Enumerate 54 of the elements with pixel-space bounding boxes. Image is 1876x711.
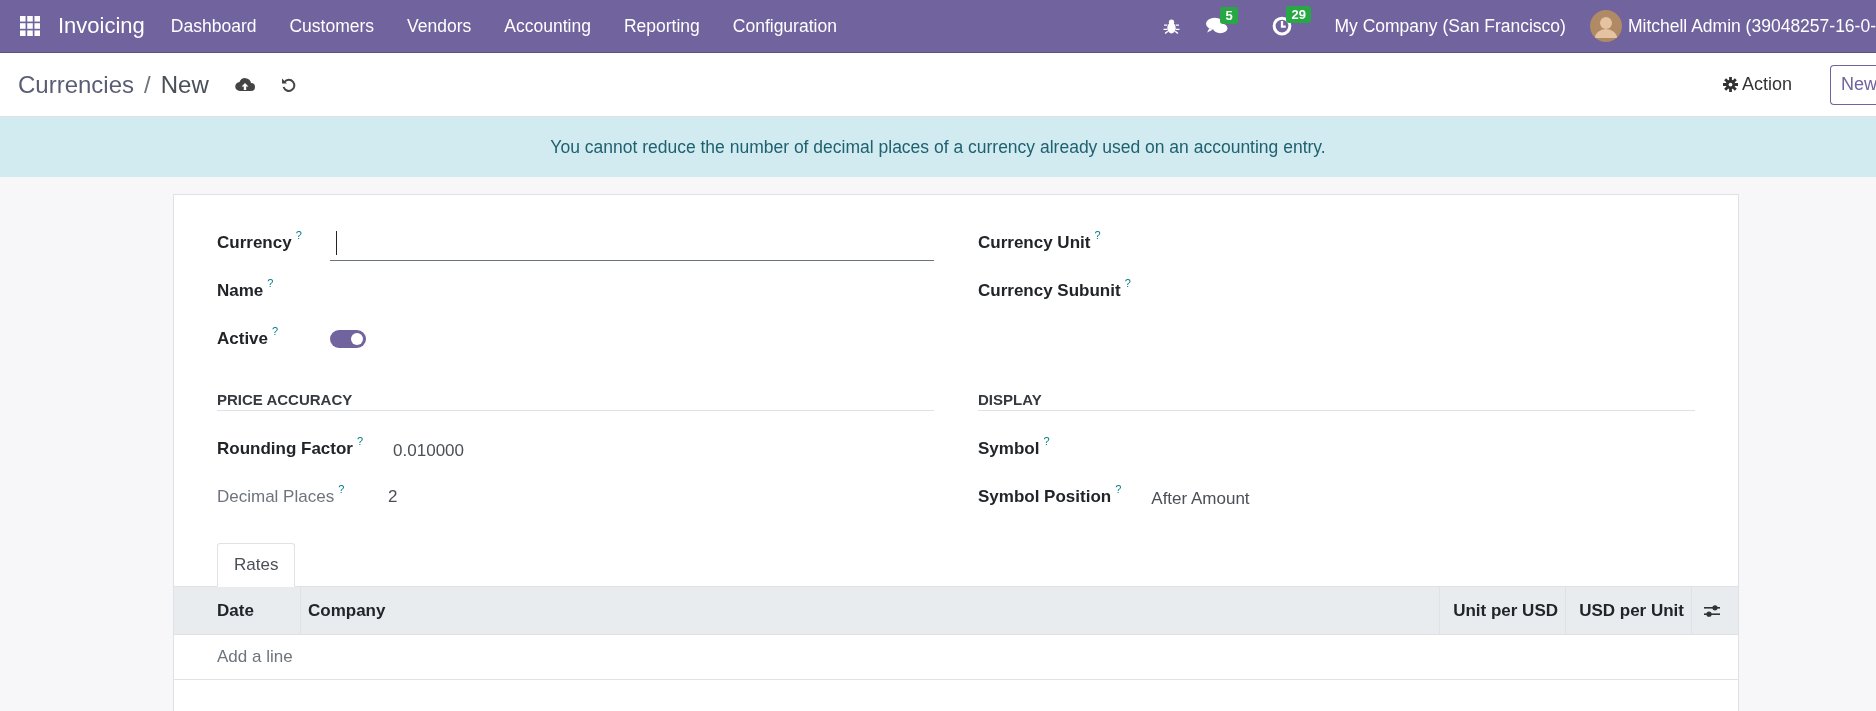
- field-label: Rounding Factor: [217, 439, 353, 459]
- field-label: Decimal Places: [217, 487, 335, 507]
- app-name-link[interactable]: Invoicing: [58, 13, 145, 39]
- toggle-switch[interactable]: [329, 330, 366, 348]
- help-tooltip[interactable]: ?: [272, 325, 279, 337]
- help-tooltip[interactable]: ?: [267, 277, 274, 289]
- field-value: After Amount: [1151, 489, 1250, 509]
- menu-item[interactable]: Vendors: [407, 15, 472, 37]
- field-label: Name: [217, 281, 264, 301]
- field-label: Currency: [217, 233, 292, 253]
- help-tooltip[interactable]: ?: [338, 483, 345, 495]
- menu-item[interactable]: Customers: [289, 15, 375, 37]
- breadcrumb-link[interactable]: Currencies: [18, 70, 135, 99]
- help-tooltip[interactable]: ?: [295, 229, 302, 241]
- field-value: 2: [388, 487, 398, 507]
- field-label: Active: [217, 329, 269, 349]
- activity-count-badge: 29: [1286, 6, 1311, 23]
- help-tooltip[interactable]: ?: [357, 435, 364, 447]
- undo-icon[interactable]: [280, 76, 297, 93]
- column-settings-icon[interactable]: [1704, 604, 1720, 617]
- field-label: Currency Subunit: [978, 281, 1121, 301]
- user-menu[interactable]: Mitchell Admin (39048257-16-0-: [1627, 15, 1876, 37]
- menu-item[interactable]: Configuration: [732, 15, 837, 37]
- add-a-line-link[interactable]: Add a line: [217, 647, 293, 667]
- section-heading: PRICE ACCURACY: [217, 391, 934, 411]
- avatar-icon[interactable]: [1589, 10, 1622, 42]
- clock-icon[interactable]: [1272, 16, 1293, 36]
- apps-grid-icon[interactable]: [20, 16, 40, 36]
- menu-item[interactable]: Dashboard: [170, 15, 257, 37]
- message-count-badge: 5: [1220, 7, 1238, 24]
- field-label: Symbol Position: [978, 487, 1112, 507]
- help-tooltip[interactable]: ?: [1115, 483, 1122, 495]
- field-label: Symbol: [978, 439, 1040, 459]
- column-header[interactable]: Date: [174, 587, 301, 634]
- help-tooltip[interactable]: ?: [1124, 277, 1131, 289]
- menu-item[interactable]: Reporting: [623, 15, 700, 37]
- section-heading: DISPLAY: [978, 391, 1695, 411]
- help-tooltip[interactable]: ?: [1043, 435, 1050, 447]
- gear-icon: [1722, 77, 1738, 92]
- breadcrumb-current: New: [160, 70, 209, 99]
- action-button[interactable]: Action: [1716, 73, 1798, 96]
- help-tooltip[interactable]: ?: [1094, 229, 1101, 241]
- column-header[interactable]: Unit per USD: [1440, 587, 1566, 634]
- field-value: 0.010000: [393, 441, 464, 461]
- column-header[interactable]: Company: [301, 587, 1440, 634]
- company-switcher[interactable]: My Company (San Francisco): [1334, 15, 1566, 37]
- breadcrumb-separator: /: [144, 70, 151, 99]
- field-label: Currency Unit: [978, 233, 1091, 253]
- bug-icon[interactable]: [1163, 17, 1181, 35]
- column-header[interactable]: USD per Unit: [1566, 587, 1692, 634]
- warning-message: You cannot reduce the number of decimal places of a currency already used on an accounting entry.: [550, 136, 1326, 158]
- cloud-upload-icon[interactable]: [234, 76, 255, 93]
- notebook-tab[interactable]: Rates: [217, 543, 296, 587]
- menu-item[interactable]: Accounting: [504, 15, 591, 37]
